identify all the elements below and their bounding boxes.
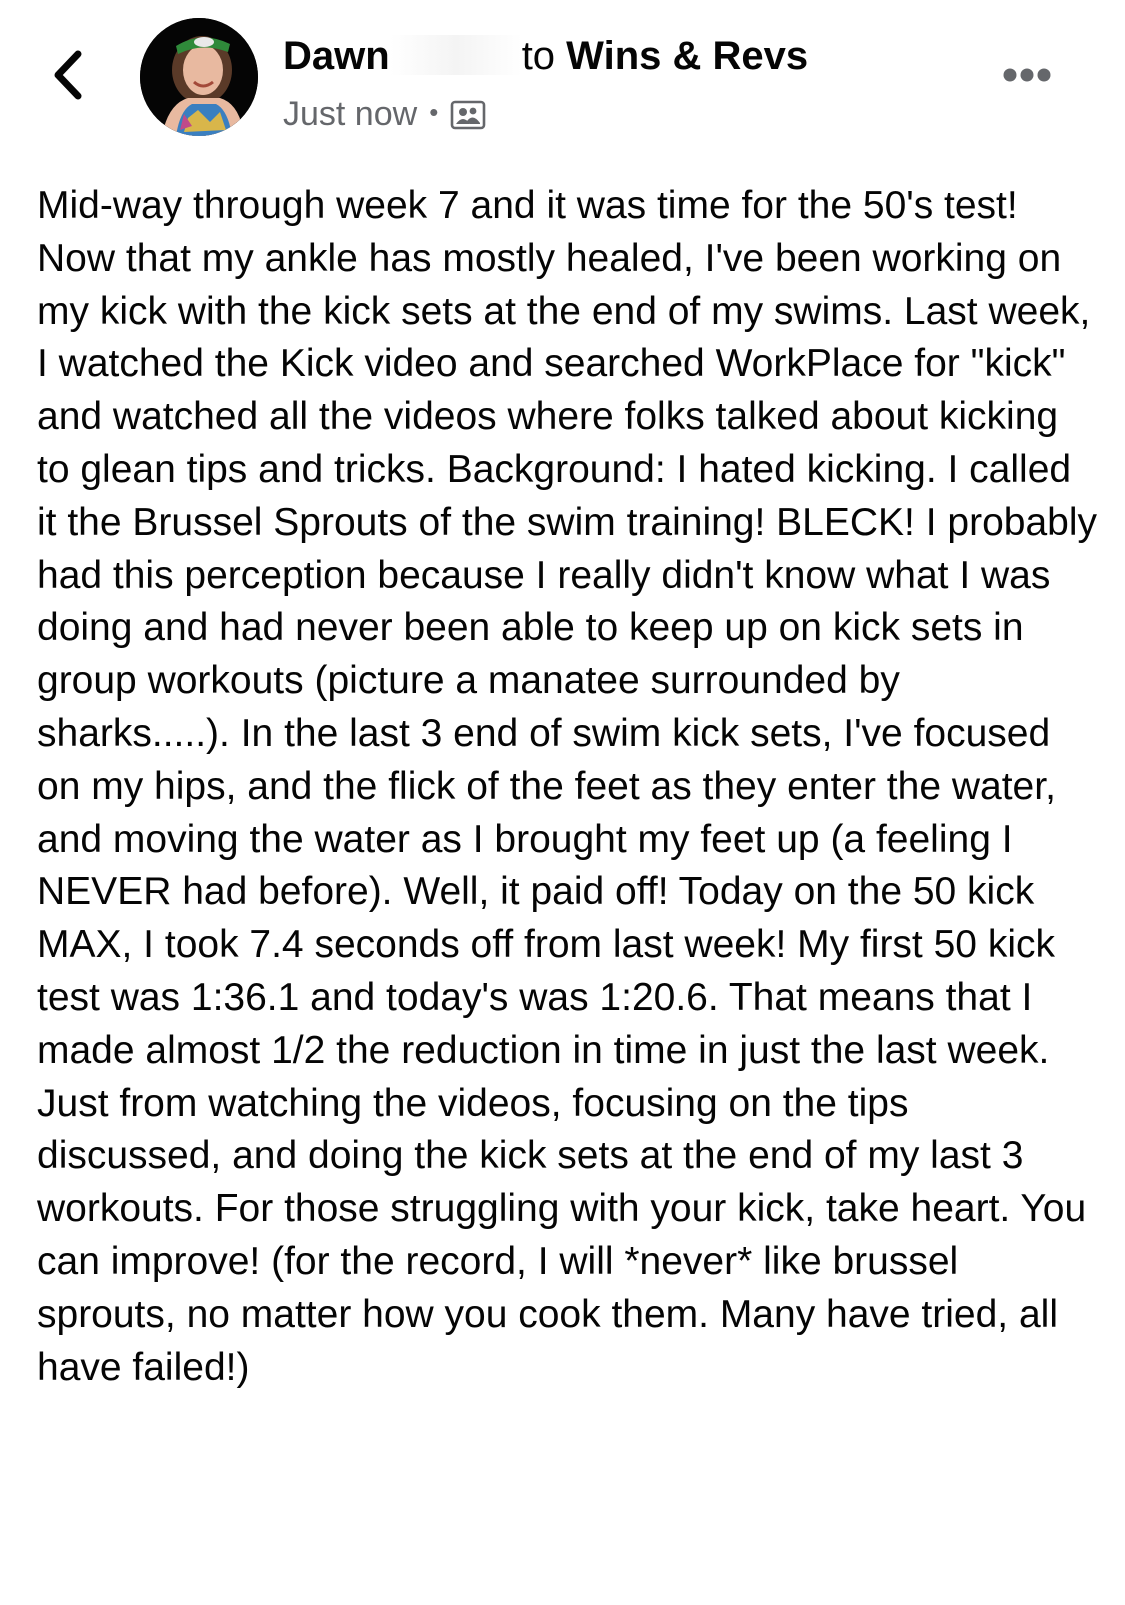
author-line: Dawn to Wins & Revs <box>283 32 808 80</box>
timestamp[interactable]: Just now <box>283 95 417 133</box>
group-name[interactable]: Wins & Revs <box>566 34 808 78</box>
to-word: to <box>521 34 556 78</box>
more-horizontal-icon <box>1003 68 1051 82</box>
avatar[interactable] <box>140 18 258 136</box>
author-name[interactable]: Dawn <box>283 34 390 78</box>
post-header: Dawn to Wins & Revs Just now • <box>0 0 1125 160</box>
post-text: Mid-way through week 7 and it was time f… <box>37 184 1097 1389</box>
more-options-button[interactable] <box>1001 60 1053 90</box>
meta-separator: • <box>429 97 439 127</box>
avatar-photo <box>140 18 258 136</box>
redacted-name <box>389 35 522 75</box>
post-meta: Just now • <box>283 92 486 140</box>
chevron-left-icon <box>54 50 82 100</box>
back-button[interactable] <box>44 44 96 106</box>
group-icon <box>450 99 486 140</box>
